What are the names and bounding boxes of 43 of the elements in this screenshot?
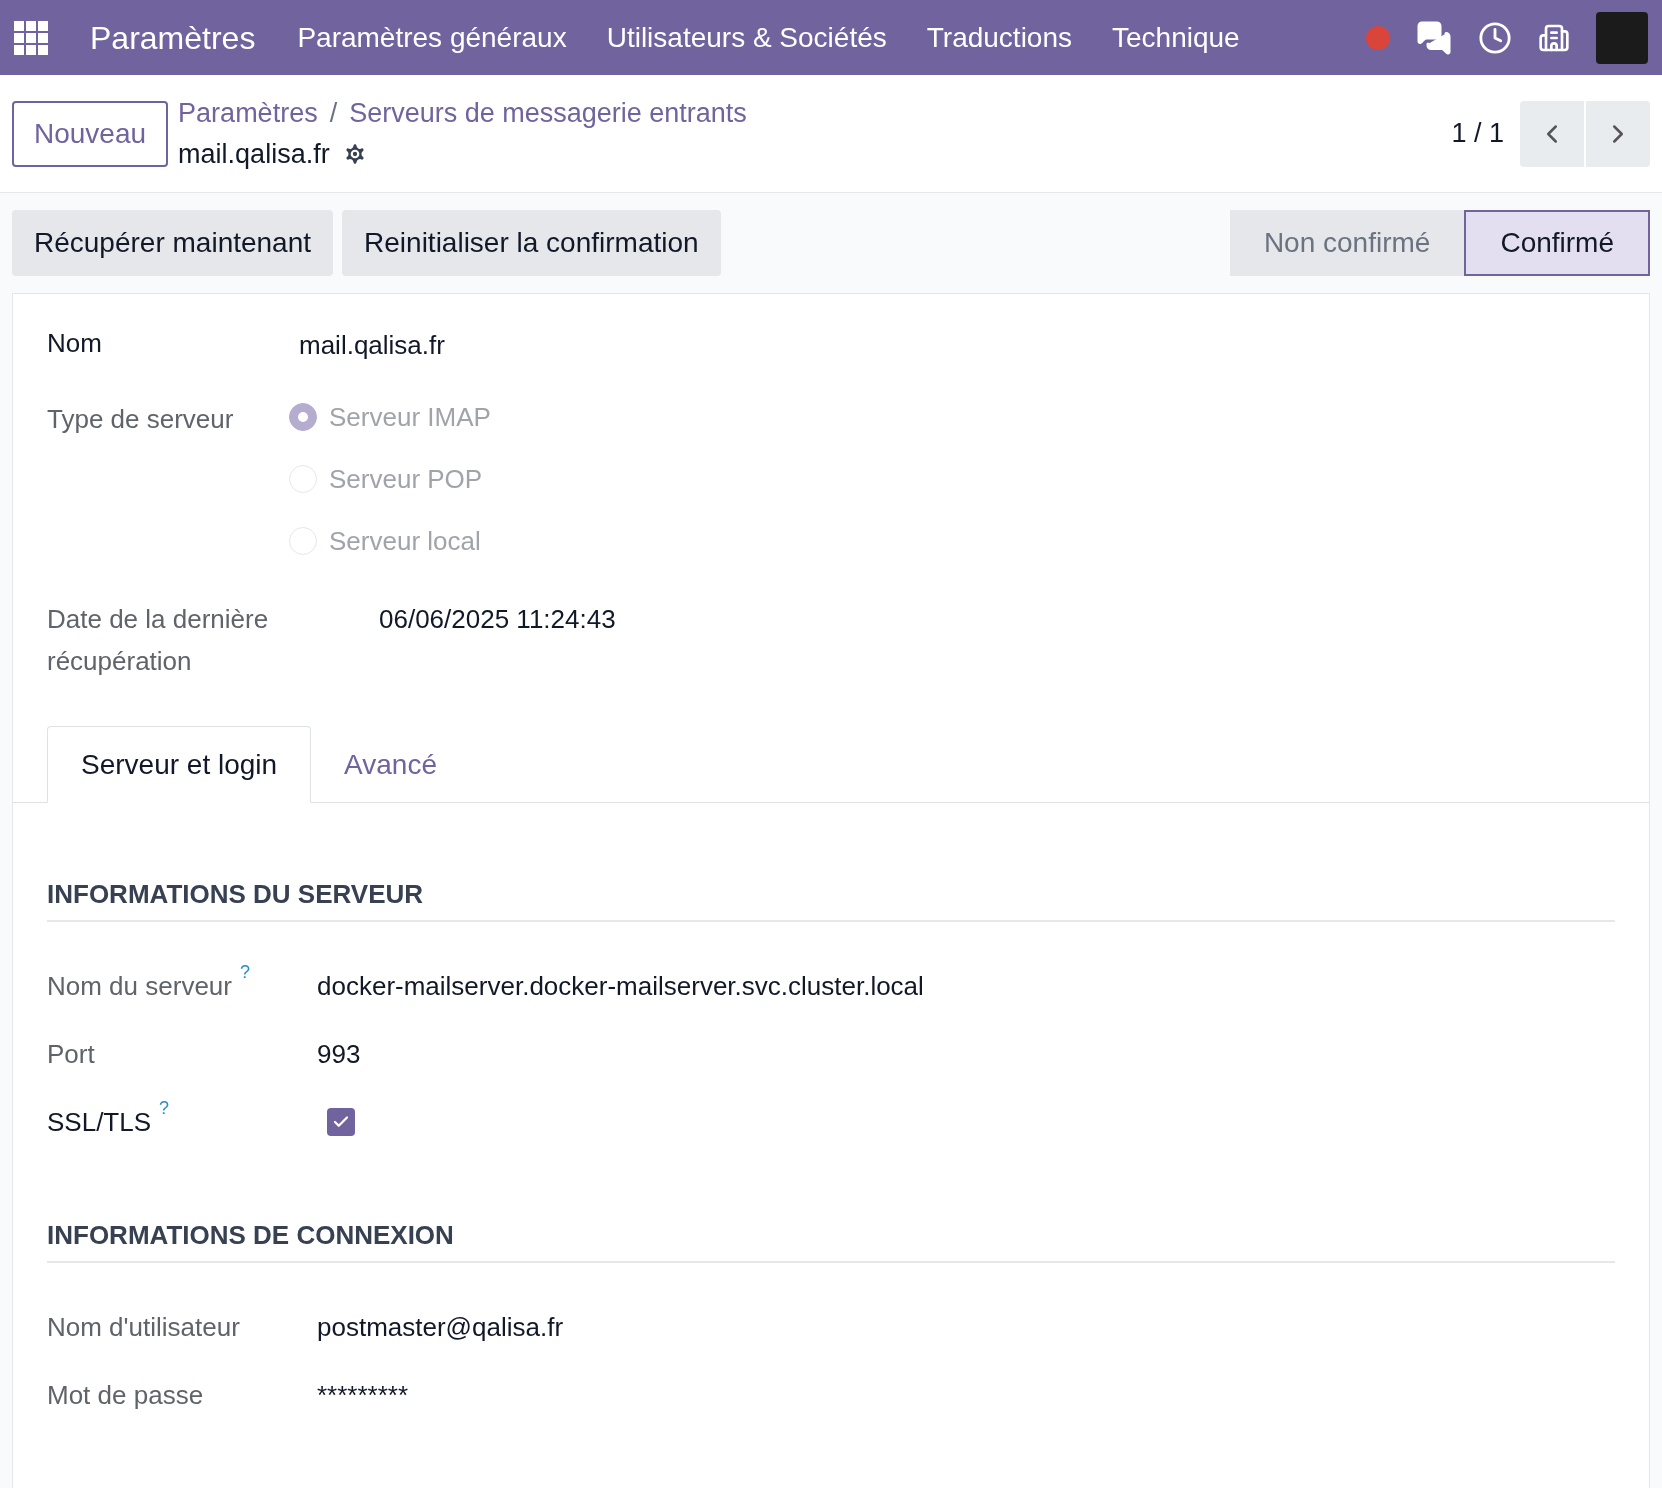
tab[interactable]: Serveur et login [47, 726, 312, 803]
section-title: INFORMATIONS DU SERVEUR [47, 875, 1615, 922]
record-name: mail.qalisa.fr [178, 137, 330, 171]
status-step[interactable]: Non confirmé [1229, 210, 1465, 276]
field-label: Nom [47, 328, 102, 358]
menu-item[interactable]: Technique [1112, 16, 1240, 59]
field-value: 993 [317, 1037, 361, 1071]
checkbox[interactable] [327, 1108, 355, 1136]
field-label: Type de serveur [47, 404, 234, 434]
pager-counter: 1 / 1 [1451, 117, 1504, 151]
chat-icon[interactable] [1416, 19, 1452, 56]
field-value: postmaster@qalisa.fr [317, 1310, 564, 1344]
radio-label: Serveur local [329, 524, 481, 558]
field-value: docker-mailserver.docker-mailserver.svc.cluster.local [317, 969, 924, 1003]
tab[interactable]: Avancé [311, 726, 470, 803]
help-tooltip-mark[interactable]: ? [239, 962, 250, 981]
new-button[interactable]: Nouveau [12, 100, 169, 167]
status-step[interactable]: Confirmé [1464, 210, 1650, 276]
field-value: mail.qalisa.fr [299, 329, 445, 362]
action-button[interactable]: Récupérer maintenant [12, 210, 334, 276]
app-name[interactable]: Paramètres [90, 13, 256, 62]
field-label: Nom du serveur [47, 969, 232, 1003]
breadcrumb-link[interactable]: Serveurs de messagerie entrants [349, 93, 747, 134]
field-label: SSL/TLS [47, 1105, 152, 1139]
field-value: ********* [317, 1378, 409, 1412]
breadcrumb-link[interactable]: Paramètres [178, 93, 318, 134]
menu-item[interactable]: Utilisateurs & Sociétés [606, 16, 887, 59]
avatar[interactable] [1596, 11, 1648, 64]
apps-grid-icon[interactable] [14, 20, 48, 55]
radio-label: Serveur POP [329, 462, 483, 496]
clock-icon[interactable] [1478, 20, 1512, 55]
breadcrumb-separator: / [329, 97, 338, 130]
menu-item[interactable]: Paramètres généraux [297, 16, 567, 59]
field-label: Date de la dernière récupération [47, 603, 270, 678]
field-label: Mot de passe [47, 1378, 204, 1412]
field-value: 06/06/2025 11:24:43 [379, 603, 616, 636]
field-label: Nom d'utilisateur [47, 1310, 240, 1344]
help-tooltip-mark[interactable]: ? [159, 1098, 170, 1117]
radio-label: Serveur IMAP [329, 400, 491, 434]
field-label: Port [47, 1037, 95, 1071]
menu-item[interactable]: Traductions [926, 16, 1072, 59]
section-title: INFORMATIONS DE CONNEXION [47, 1216, 1615, 1263]
action-button[interactable]: Reinitialiser la confirmation [342, 210, 721, 276]
